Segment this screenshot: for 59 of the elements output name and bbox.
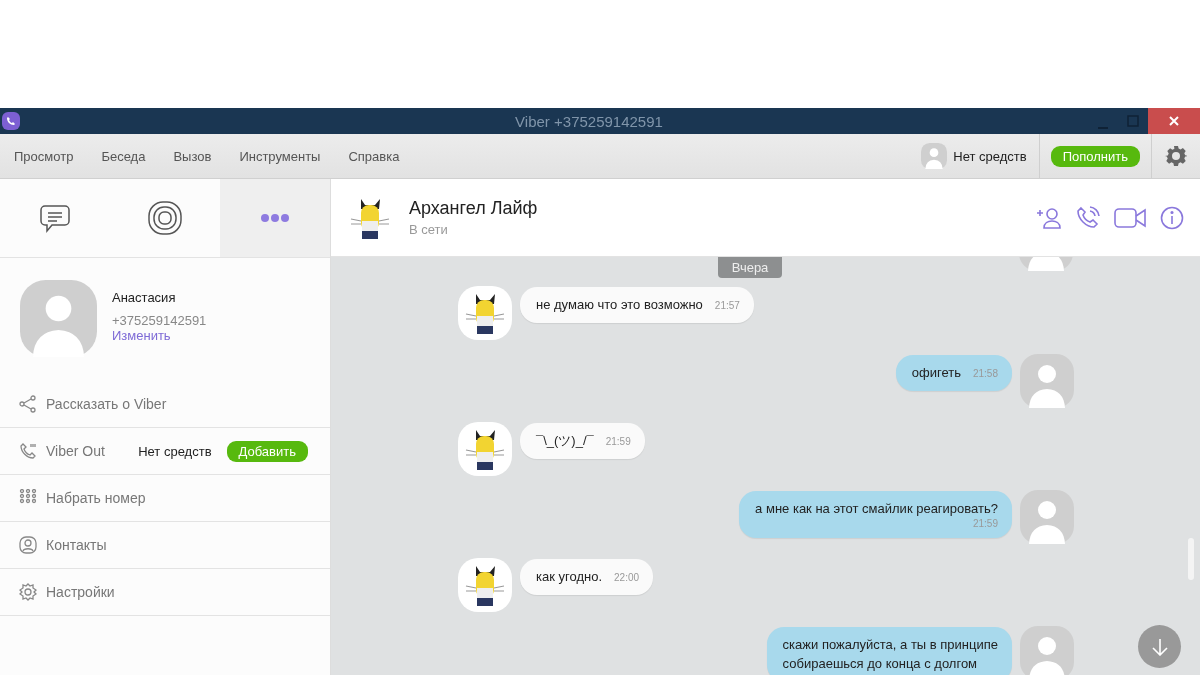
settings-icon[interactable]	[1165, 145, 1187, 167]
window-title: Viber +375259142591	[514, 112, 664, 130]
settings-icon	[19, 583, 37, 601]
message-text: а мне как на этот смайлик реагировать?	[755, 500, 998, 518]
video-camera-icon[interactable]	[1114, 206, 1146, 229]
share-icon	[19, 395, 37, 413]
more-icon	[261, 214, 289, 222]
message-time: 21:57	[714, 300, 740, 311]
avatar-icon	[1020, 490, 1074, 544]
phone-icon[interactable]	[1076, 205, 1100, 230]
close-button[interactable]	[1148, 108, 1200, 134]
sidebar-item[interactable]: Набрать номер	[46, 490, 146, 506]
message-time: 21:59	[972, 518, 998, 529]
message-text: скажи пожалуйста, а ты в принципе	[782, 636, 998, 654]
edit-link[interactable]: Изменить	[112, 328, 207, 343]
add-button[interactable]: Добавить	[226, 440, 308, 462]
message-text: как угодно.	[536, 568, 602, 586]
day-label: Вчера	[717, 257, 783, 278]
top-up-button[interactable]: Пополнить	[1050, 145, 1140, 167]
close-icon	[1168, 115, 1180, 127]
contacts-icon	[19, 536, 37, 554]
message-text: ¯\_(ツ)_/¯	[536, 432, 594, 450]
contact-avatar-icon	[458, 286, 512, 340]
message-text: не думаю что это возможно	[536, 296, 703, 314]
sidebar-item[interactable]: Настройки	[46, 584, 115, 600]
balance-label: Нет средств	[138, 443, 212, 459]
sidebar-item[interactable]: Контакты	[46, 537, 107, 553]
balance-label: Нет средств	[953, 148, 1027, 164]
contact-name: Архангел Лайф	[409, 198, 538, 219]
contact-avatar-icon	[458, 558, 512, 612]
profile-phone: +375259142591	[112, 313, 207, 328]
avatar-icon	[20, 280, 97, 357]
avatar-icon	[1020, 354, 1074, 408]
add-person-icon[interactable]	[1036, 206, 1062, 229]
menu-item[interactable]: Беседа	[101, 148, 146, 164]
menu-item[interactable]: Вызов	[173, 148, 212, 164]
chat-icon	[39, 202, 71, 234]
scroll-down-button[interactable]	[1138, 625, 1181, 668]
sidebar-item[interactable]: Viber Out	[46, 443, 105, 459]
info-icon[interactable]	[1160, 205, 1184, 230]
contact-status: В сети	[409, 222, 449, 237]
profile-name: Анастасия	[112, 290, 177, 305]
message-text: офигеть	[911, 364, 961, 382]
menu-item[interactable]: Просмотр	[14, 148, 74, 164]
message-time: 21:58	[972, 368, 998, 379]
avatar-icon	[1020, 626, 1074, 675]
menu-item[interactable]: Инструменты	[239, 148, 321, 164]
arrow-down-icon	[1150, 637, 1169, 656]
concentric-square-icon	[148, 201, 182, 235]
avatar-icon	[921, 143, 948, 169]
menu-item[interactable]: Справка	[348, 148, 400, 164]
phone-icon	[19, 442, 37, 460]
sidebar-item[interactable]: Рассказать о Viber	[46, 396, 167, 412]
app-logo-icon	[2, 112, 20, 130]
contact-avatar-icon	[458, 422, 512, 476]
message-time: 21:59	[605, 436, 631, 447]
message-text: собираешься до конца с долгом	[782, 655, 979, 673]
maximize-icon	[1127, 115, 1139, 127]
message-time: 22:00	[614, 572, 640, 583]
